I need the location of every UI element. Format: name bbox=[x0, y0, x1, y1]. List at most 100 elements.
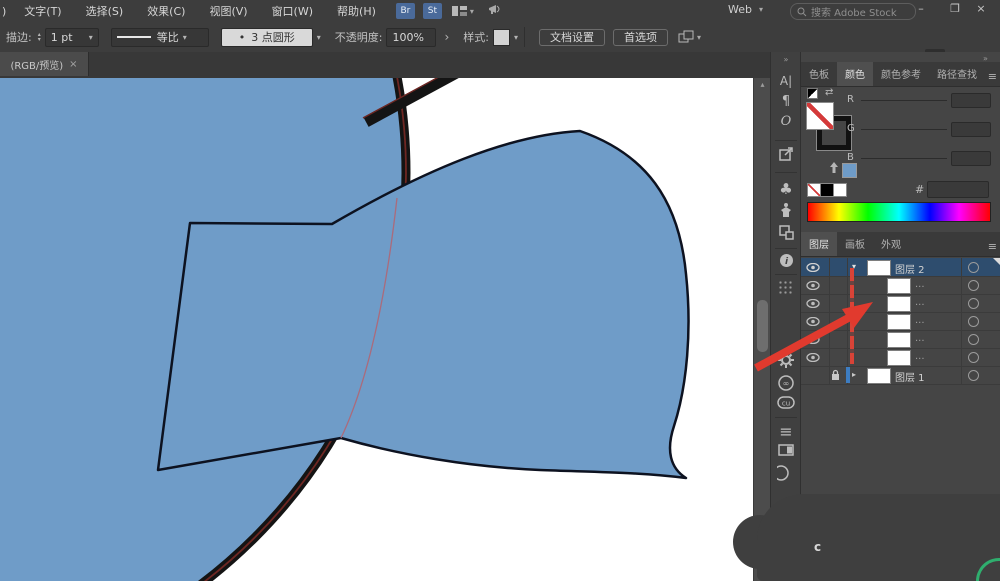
tab-appearance[interactable]: 外观 bbox=[873, 232, 909, 256]
swap-colors-icon[interactable]: ⇄ bbox=[825, 87, 833, 98]
chevron-down-icon[interactable]: ▾ bbox=[514, 33, 518, 42]
window-close-button[interactable]: × bbox=[972, 2, 990, 15]
menu-help[interactable]: 帮助(H) bbox=[325, 3, 388, 19]
chevron-down-icon[interactable]: ▾ bbox=[317, 33, 321, 42]
export-panel-icon[interactable] bbox=[771, 146, 801, 165]
paragraph-panel-icon[interactable]: ¶ bbox=[771, 94, 801, 109]
stroke-label: 描边: bbox=[6, 31, 32, 44]
artboard-canvas[interactable] bbox=[0, 0, 753, 581]
menu-effect[interactable]: 效果(C) bbox=[135, 3, 197, 19]
layer-name[interactable]: ... bbox=[915, 297, 925, 308]
layer-thumbnail[interactable] bbox=[887, 278, 911, 294]
stock-button[interactable]: St bbox=[422, 3, 442, 19]
opentype-panel-icon[interactable]: O bbox=[771, 114, 801, 129]
layer-thumbnail[interactable] bbox=[887, 314, 911, 330]
panel-menu-icon[interactable]: ≡ bbox=[988, 240, 997, 253]
red-value-input[interactable] bbox=[951, 93, 991, 108]
tab-pathfinder[interactable]: 路径查找 bbox=[929, 62, 985, 86]
arrange-documents-icon bbox=[678, 30, 694, 43]
green-value-input[interactable] bbox=[951, 122, 991, 137]
style-swatch[interactable] bbox=[493, 28, 510, 46]
profile-value: 等比 bbox=[156, 31, 179, 44]
chevron-down-icon: ▾ bbox=[469, 6, 474, 16]
document-setup-button[interactable]: 文档设置 bbox=[539, 28, 606, 46]
stroke-stepper[interactable]: ▴ ▾ bbox=[38, 32, 41, 43]
fill-color-swatch[interactable] bbox=[806, 102, 834, 130]
width-profile-dropdown[interactable]: 等比 ▾ bbox=[110, 27, 209, 47]
assets-panel-icon[interactable] bbox=[771, 202, 801, 222]
partial-panel-icon[interactable] bbox=[771, 464, 801, 486]
target-circle[interactable] bbox=[968, 280, 979, 291]
graphic-styles-panel-icon[interactable]: ≡ bbox=[771, 422, 801, 441]
tab-color-guide[interactable]: 颜色参考 bbox=[873, 62, 929, 86]
hex-value-input[interactable] bbox=[927, 181, 989, 198]
blue-value-input[interactable] bbox=[951, 151, 991, 166]
arrange-documents-button[interactable]: ▾ bbox=[451, 5, 474, 17]
document-tab[interactable]: (RGB/预览) × bbox=[0, 52, 89, 76]
layer-thumbnail[interactable] bbox=[887, 332, 911, 348]
layer-name[interactable]: ... bbox=[915, 351, 925, 362]
brush-definition-dropdown[interactable]: • 3 点圆形 bbox=[220, 27, 313, 47]
visibility-eye-icon[interactable] bbox=[806, 262, 820, 275]
last-color-swatch[interactable] bbox=[842, 163, 857, 178]
color-spectrum-bar[interactable] bbox=[807, 202, 991, 222]
target-circle[interactable] bbox=[968, 334, 979, 345]
opacity-more-button[interactable]: › bbox=[444, 30, 449, 44]
artboards-panel-icon[interactable] bbox=[771, 225, 801, 244]
character-panel-icon[interactable]: A| bbox=[771, 74, 801, 88]
creative-cloud-panel-icon[interactable]: ∞ bbox=[771, 375, 801, 395]
layer-thumbnail[interactable] bbox=[887, 296, 911, 312]
layer-name[interactable]: 图层 1 bbox=[895, 369, 925, 384]
layer-thumbnail[interactable] bbox=[887, 350, 911, 366]
default-colors-icon[interactable] bbox=[807, 88, 818, 99]
separator bbox=[524, 27, 526, 47]
appearance-panel-icon[interactable] bbox=[771, 444, 801, 460]
layer-name[interactable]: ... bbox=[915, 279, 925, 290]
layer-name[interactable]: ... bbox=[915, 315, 925, 326]
expand-panels-icon[interactable]: » bbox=[771, 55, 801, 64]
none-swatch[interactable] bbox=[807, 183, 821, 197]
brush-dot-preview: • bbox=[238, 30, 246, 44]
green-slider[interactable] bbox=[861, 129, 947, 130]
chevron-down-icon: ▾ bbox=[758, 5, 763, 14]
close-icon[interactable]: × bbox=[69, 59, 77, 70]
window-restore-button[interactable]: ❐ bbox=[946, 2, 964, 15]
stroke-width-dropdown[interactable]: 1 pt ▾ bbox=[44, 27, 99, 47]
target-circle[interactable] bbox=[968, 316, 979, 327]
symbols-panel-icon[interactable]: ♣ bbox=[771, 180, 801, 198]
opacity-input[interactable]: 100% bbox=[386, 27, 437, 47]
info-panel-icon[interactable]: i bbox=[771, 253, 801, 272]
tab-color[interactable]: 颜色 bbox=[837, 62, 873, 86]
window-minimize-button[interactable]: – bbox=[912, 2, 930, 15]
last-color-icon[interactable] bbox=[829, 162, 839, 177]
panel-menu-icon[interactable]: ≡ bbox=[988, 70, 997, 83]
menu-view[interactable]: 视图(V) bbox=[197, 3, 259, 19]
layer-row-selected[interactable]: ▾ 图层 2 bbox=[801, 258, 1000, 277]
menu-object-partial[interactable]: ) bbox=[0, 5, 12, 18]
libraries-panel-icon[interactable]: cu bbox=[771, 396, 801, 413]
menu-type[interactable]: 文字(T) bbox=[12, 3, 73, 19]
menu-window[interactable]: 窗口(W) bbox=[260, 3, 325, 19]
white-swatch[interactable] bbox=[833, 183, 847, 197]
tab-artboards[interactable]: 画板 bbox=[837, 232, 873, 256]
preferences-button[interactable]: 首选项 bbox=[613, 28, 669, 46]
share-button[interactable] bbox=[488, 3, 504, 19]
black-swatch[interactable] bbox=[820, 183, 834, 197]
layer-name[interactable]: ... bbox=[915, 333, 925, 344]
menu-select[interactable]: 选择(S) bbox=[74, 3, 136, 19]
layer-name[interactable]: 图层 2 bbox=[895, 261, 925, 276]
target-circle[interactable] bbox=[968, 298, 979, 309]
target-circle[interactable] bbox=[968, 352, 979, 363]
scroll-up-icon[interactable]: ▴ bbox=[754, 80, 771, 89]
tab-swatches[interactable]: 色板 bbox=[801, 62, 837, 86]
bridge-button[interactable]: Br bbox=[395, 3, 415, 19]
workspace-switcher[interactable]: Web ▾ bbox=[728, 3, 763, 16]
target-circle[interactable] bbox=[968, 370, 979, 381]
tab-layers[interactable]: 图层 bbox=[801, 232, 837, 256]
layer-thumbnail[interactable] bbox=[867, 260, 891, 276]
blue-slider[interactable] bbox=[861, 158, 947, 159]
target-circle[interactable] bbox=[968, 262, 979, 273]
arrange-documents-button[interactable]: ▾ bbox=[678, 30, 701, 44]
stock-search-input[interactable]: 搜索 Adobe Stock bbox=[790, 3, 916, 20]
red-slider[interactable] bbox=[861, 100, 947, 101]
